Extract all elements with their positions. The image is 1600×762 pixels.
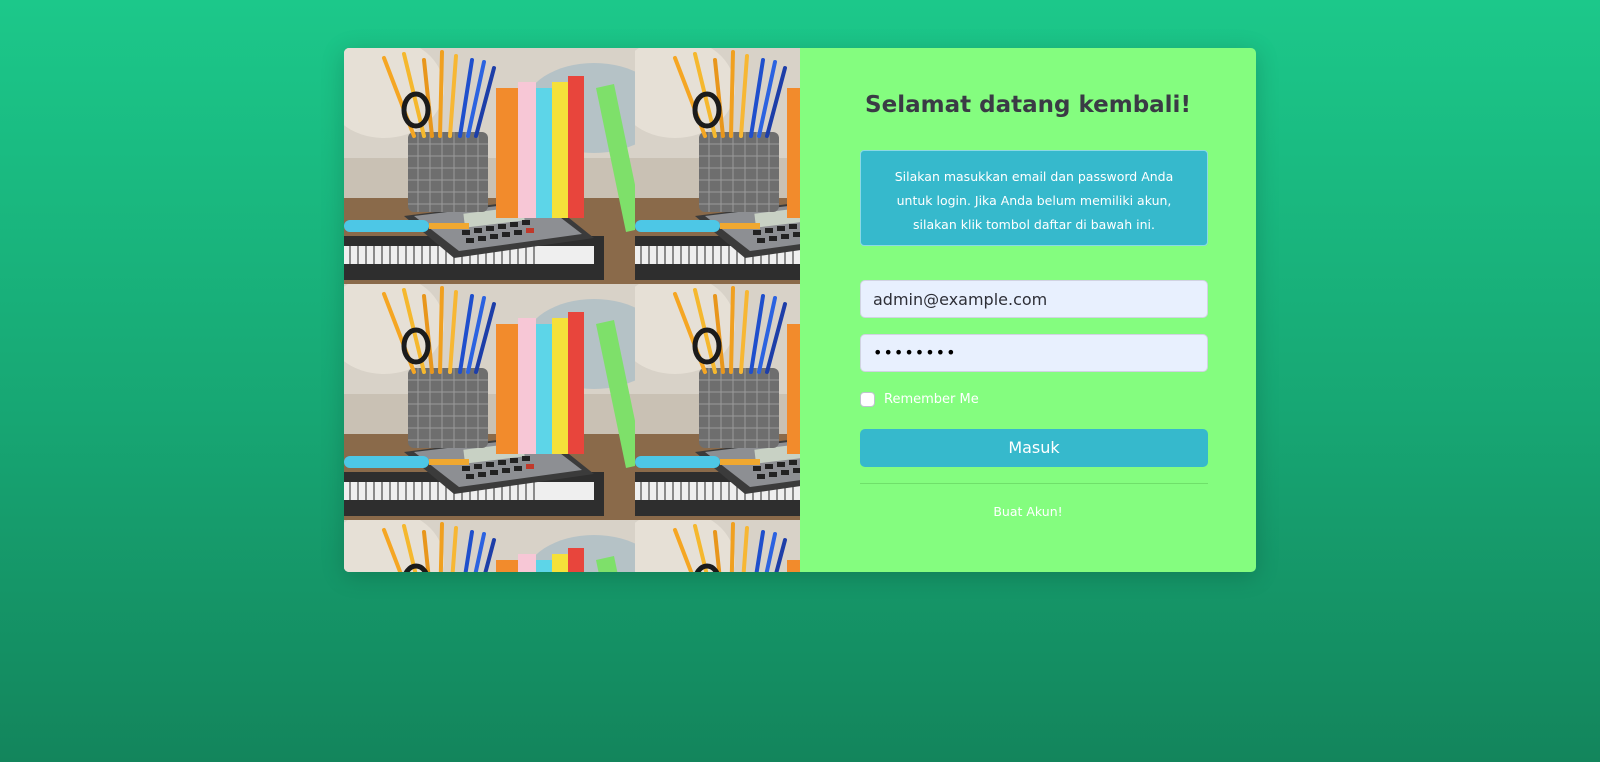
login-card: Selamat datang kembali! Silakan masukkan… — [344, 48, 1256, 572]
image-tile-grid — [344, 48, 800, 572]
supplies-tile — [635, 284, 800, 520]
page-title: Selamat datang kembali! — [865, 92, 1191, 118]
login-button[interactable]: Masuk — [860, 429, 1208, 467]
email-field[interactable] — [860, 280, 1208, 318]
supplies-tile — [635, 520, 800, 572]
remember-me-label[interactable]: Remember Me — [884, 392, 979, 407]
school-supplies-image — [344, 48, 800, 572]
supplies-tile — [344, 284, 635, 520]
supplies-tile — [344, 520, 635, 572]
remember-me-checkbox[interactable] — [860, 392, 875, 407]
divider — [860, 483, 1208, 484]
supplies-tile — [344, 48, 635, 284]
password-mask: •••••••• — [873, 343, 957, 362]
remember-me: Remember Me — [860, 392, 979, 407]
info-alert: Silakan masukkan email dan password Anda… — [860, 150, 1208, 246]
login-form-pane: Selamat datang kembali! Silakan masukkan… — [800, 48, 1256, 572]
supplies-tile — [635, 48, 800, 284]
create-account-link[interactable]: Buat Akun! — [800, 504, 1256, 519]
password-field[interactable]: •••••••• — [860, 334, 1208, 372]
